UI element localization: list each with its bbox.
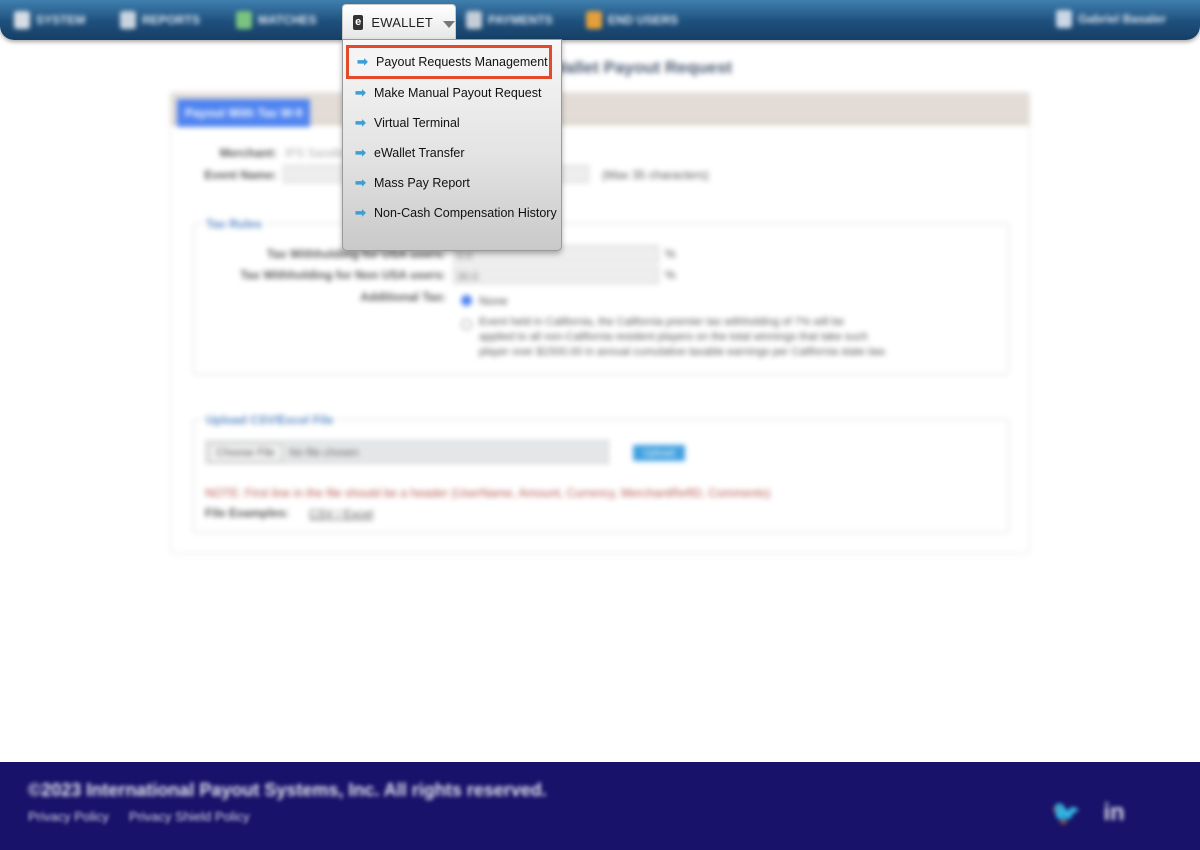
page-title: eWallet Payout Request bbox=[540, 58, 733, 77]
nav-payments[interactable]: PAYMENTS bbox=[466, 9, 553, 31]
nav-ewallet-label: EWALLET bbox=[371, 15, 433, 30]
menu-item-make-manual-payout-request[interactable]: ➡ Make Manual Payout Request bbox=[343, 80, 561, 106]
menu-item-label: eWallet Transfer bbox=[374, 146, 465, 160]
menu-item-payout-requests-management[interactable]: ➡ Payout Requests Management bbox=[346, 45, 552, 79]
menu-item-label: Non-Cash Compensation History bbox=[374, 206, 557, 220]
file-examples-links[interactable]: CSV / Excel bbox=[309, 507, 373, 521]
payout-panel: Payout With Tax W-9 Merchant: IPS Sandbo… bbox=[170, 92, 1030, 554]
radio-none-label: None bbox=[479, 294, 508, 308]
nav-reports[interactable]: REPORTS bbox=[120, 9, 200, 31]
nav-end-users[interactable]: END USERS bbox=[586, 9, 678, 31]
privacy-shield-policy-link[interactable]: Privacy Shield Policy bbox=[129, 809, 250, 824]
nav-matches[interactable]: MATCHES bbox=[236, 9, 316, 31]
footer-links: Privacy Policy Privacy Shield Policy bbox=[28, 809, 250, 824]
arrow-right-icon: ➡ bbox=[357, 54, 368, 69]
event-name-hint: (Max 35 characters) bbox=[602, 168, 709, 182]
panel-header: Payout With Tax W-9 bbox=[171, 93, 1029, 127]
radio-california[interactable] bbox=[461, 319, 472, 330]
menu-item-ewallet-transfer[interactable]: ➡ eWallet Transfer bbox=[343, 140, 561, 166]
choose-file-button[interactable]: Choose File bbox=[209, 444, 282, 462]
no-file-chosen: No file chosen bbox=[289, 447, 359, 459]
top-nav-bar: SYSTEM REPORTS MATCHES e EWALLET PAYMENT… bbox=[0, 0, 1200, 40]
file-input[interactable]: Choose File No file chosen bbox=[205, 440, 609, 464]
privacy-policy-link[interactable]: Privacy Policy bbox=[28, 809, 109, 824]
user-menu[interactable]: Gabriel Basaler bbox=[1055, 10, 1166, 28]
radio-none[interactable] bbox=[461, 295, 472, 306]
additional-tax-label: Additional Tax: bbox=[360, 290, 446, 304]
nav-system[interactable]: SYSTEM bbox=[14, 9, 85, 31]
menu-item-non-cash-compensation-history[interactable]: ➡ Non-Cash Compensation History bbox=[343, 200, 561, 226]
chevron-down-icon bbox=[443, 20, 455, 28]
reports-icon bbox=[120, 11, 136, 29]
system-icon bbox=[14, 11, 30, 29]
arrow-right-icon: ➡ bbox=[355, 145, 366, 160]
upload-note: NOTE: First line in the file should be a… bbox=[205, 486, 771, 500]
nav-matches-label: MATCHES bbox=[258, 13, 317, 27]
nav-payments-label: PAYMENTS bbox=[488, 13, 553, 27]
ewallet-dropdown-menu: ➡ Payout Requests Management ➡ Make Manu… bbox=[342, 39, 562, 251]
non-usa-tax-value: 30.0 bbox=[457, 271, 479, 283]
arrow-right-icon: ➡ bbox=[355, 205, 366, 220]
arrow-right-icon: ➡ bbox=[355, 85, 366, 100]
usa-tax-percent: % bbox=[665, 247, 676, 261]
upload-button[interactable]: Upload bbox=[633, 445, 685, 461]
footer: ©2023 International Payout Systems, Inc.… bbox=[0, 762, 1200, 850]
page-content: eWallet Payout Request Payout With Tax W… bbox=[0, 0, 1200, 760]
non-usa-tax-input[interactable]: 30.0 bbox=[453, 266, 659, 284]
ewallet-icon: e bbox=[353, 15, 364, 30]
linkedin-icon[interactable]: in bbox=[1100, 799, 1128, 827]
california-line-2: applied to all non-California resident p… bbox=[479, 331, 868, 343]
tab-payout-with-tax[interactable]: Payout With Tax W-9 bbox=[177, 99, 311, 127]
arrow-right-icon: ➡ bbox=[355, 115, 366, 130]
event-name-label: Event Name: bbox=[204, 168, 277, 182]
nav-end-users-label: END USERS bbox=[608, 13, 679, 27]
merchant-label: Merchant: bbox=[219, 146, 277, 160]
menu-item-virtual-terminal[interactable]: ➡ Virtual Terminal bbox=[343, 110, 561, 136]
payments-icon bbox=[466, 11, 482, 29]
nav-system-label: SYSTEM bbox=[36, 13, 86, 27]
twitter-icon[interactable]: 🐦 bbox=[1051, 799, 1081, 827]
end-users-icon bbox=[586, 11, 602, 29]
california-line-3: player over $1500.00 in annual cumulativ… bbox=[479, 346, 887, 358]
menu-item-label: Mass Pay Report bbox=[374, 176, 470, 190]
tax-rules-legend: Tax Rules bbox=[203, 217, 265, 231]
user-name: Gabriel Basaler bbox=[1077, 12, 1166, 26]
matches-icon bbox=[236, 11, 252, 29]
nav-ewallet[interactable]: e EWALLET bbox=[342, 4, 456, 40]
non-usa-tax-percent: % bbox=[665, 268, 676, 282]
user-avatar-icon bbox=[1055, 10, 1072, 28]
menu-item-label: Virtual Terminal bbox=[374, 116, 460, 130]
copyright-text: ©2023 International Payout Systems, Inc.… bbox=[28, 780, 547, 800]
file-examples-label: File Examples: bbox=[205, 506, 290, 520]
menu-item-label: Make Manual Payout Request bbox=[374, 86, 542, 100]
menu-item-mass-pay-report[interactable]: ➡ Mass Pay Report bbox=[343, 170, 561, 196]
menu-item-label: Payout Requests Management bbox=[376, 55, 548, 69]
nav-reports-label: REPORTS bbox=[142, 13, 201, 27]
arrow-right-icon: ➡ bbox=[355, 175, 366, 190]
non-usa-tax-label: Tax Withholding for Non USA users: bbox=[240, 268, 446, 282]
usa-tax-value: 0.0 bbox=[457, 250, 473, 262]
upload-legend: Upload CSV/Excel File bbox=[203, 413, 337, 427]
california-line-1: Event held in California, the California… bbox=[479, 316, 845, 328]
